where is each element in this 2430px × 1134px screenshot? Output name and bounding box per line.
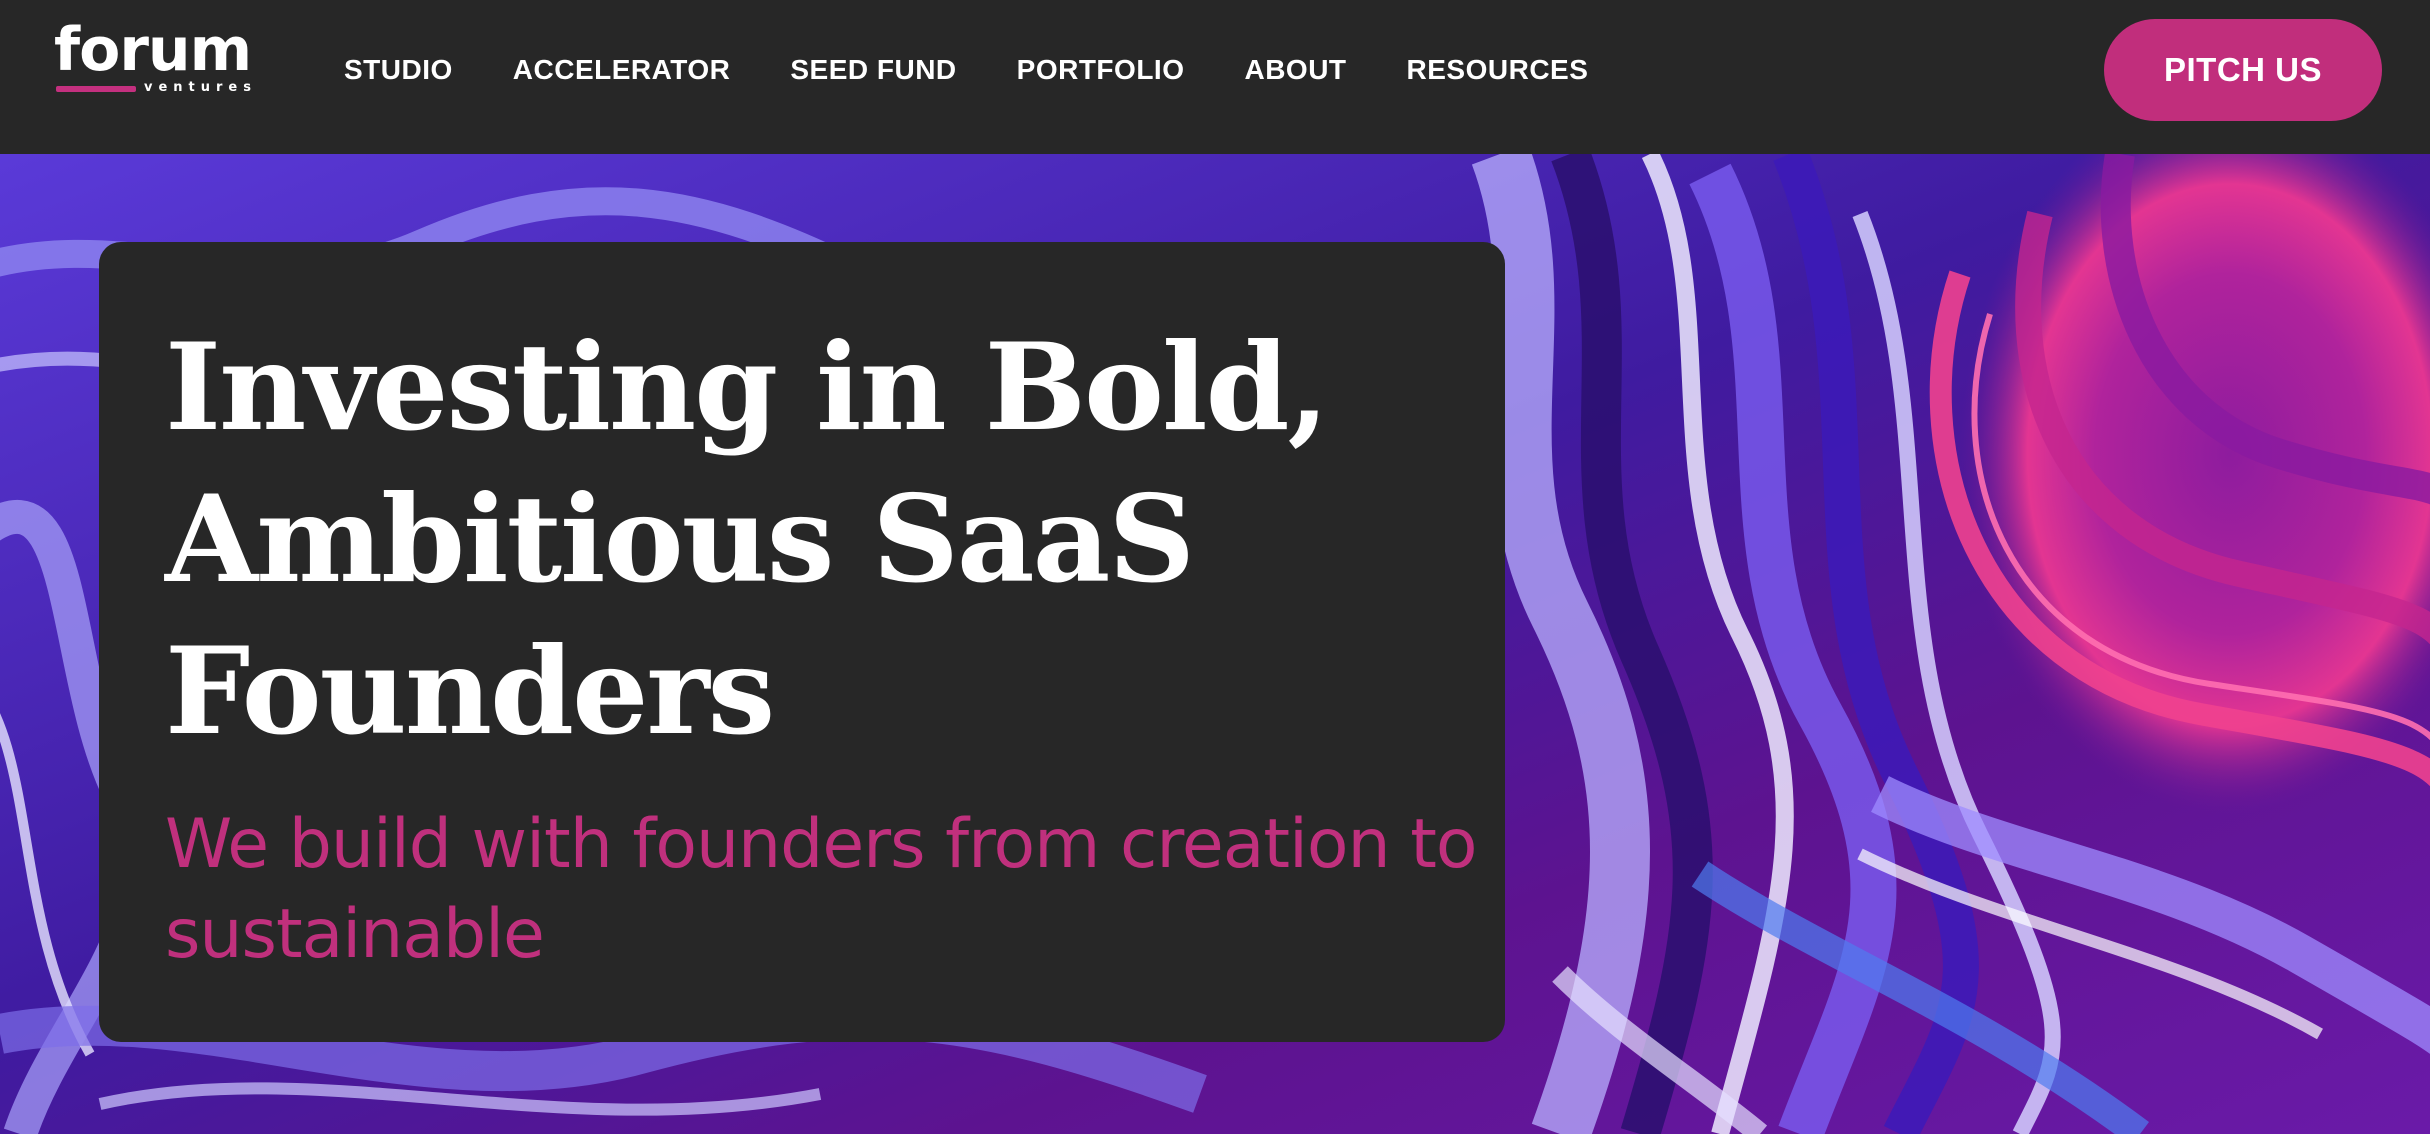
- hero-card: Investing in Bold, Ambitious SaaS Founde…: [99, 242, 1505, 1042]
- nav-link-about[interactable]: ABOUT: [1244, 54, 1346, 86]
- nav-link-seed-fund[interactable]: SEED FUND: [790, 54, 956, 86]
- pitch-us-button[interactable]: PITCH US: [2104, 19, 2382, 121]
- main-nav: STUDIO ACCELERATOR SEED FUND PORTFOLIO A…: [344, 50, 1588, 90]
- nav-link-accelerator[interactable]: ACCELERATOR: [513, 54, 731, 86]
- logo-wordmark: forum: [54, 15, 252, 85]
- nav-link-portfolio[interactable]: PORTFOLIO: [1017, 54, 1185, 86]
- logo-underline-accent: [56, 86, 136, 92]
- hero-subtitle: We build with founders from creation to …: [165, 805, 1478, 974]
- nav-link-studio[interactable]: STUDIO: [344, 54, 453, 86]
- forum-ventures-logo[interactable]: forum ventures: [54, 20, 264, 100]
- hero-title: Investing in Bold, Ambitious SaaS Founde…: [165, 317, 1329, 762]
- logo-subtext: ventures: [144, 80, 257, 95]
- nav-link-resources[interactable]: RESOURCES: [1407, 54, 1589, 86]
- hero-section: Investing in Bold, Ambitious SaaS Founde…: [0, 154, 2430, 1134]
- top-navigation-bar: forum ventures STUDIO ACCELERATOR SEED F…: [0, 0, 2430, 154]
